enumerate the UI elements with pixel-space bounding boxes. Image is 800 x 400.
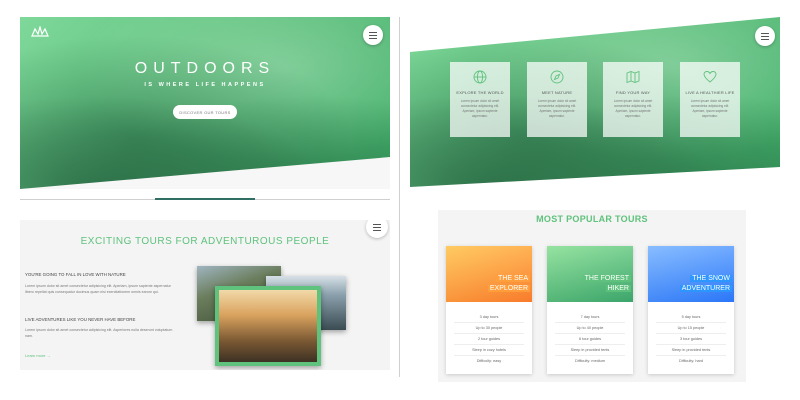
feature-text: Lorem ipsum dolor sit amet consectetur a…: [613, 99, 653, 118]
tour-details: 3 day tours Up to 30 people 2 tour guide…: [454, 312, 524, 367]
about-subheading-2: LIVE ADVENTURES LIKE YOU NEVER HAVE BEFO…: [25, 317, 136, 322]
feature-title: LIVE A HEALTHIER LIFE: [685, 90, 735, 95]
feature-text: Lorem ipsum dolor sit amet consectetur a…: [460, 99, 500, 118]
feature-title: EXPLORE THE WORLD: [456, 90, 504, 95]
feature-text: Lorem ipsum dolor sit amet consectetur a…: [537, 99, 577, 118]
globe-icon: [473, 70, 487, 84]
tour-card[interactable]: THE FOREST HIKER 7 day tours Up to 40 pe…: [547, 246, 633, 374]
feature-text: Lorem ipsum dolor sit amet consectetur a…: [690, 99, 730, 118]
scroll-indicator: [155, 198, 255, 200]
tour-detail: Difficulty: medium: [575, 359, 605, 363]
tour-card[interactable]: THE SEA EXPLORER 3 day tours Up to 30 pe…: [446, 246, 532, 374]
heart-icon: [703, 71, 717, 83]
tour-name-line-1: THE FOREST: [582, 275, 631, 282]
panel-separator: [399, 17, 400, 377]
about-section: EXCITING TOURS FOR ADVENTUROUS PEOPLE YO…: [20, 220, 390, 370]
tour-name: THE SNOW ADVENTURER: [679, 274, 732, 294]
tour-name-line-1: THE SEA: [496, 275, 530, 282]
feature-title: FIND YOUR WAY: [615, 90, 651, 95]
discover-tours-button[interactable]: DISCOVER OUR TOURS: [173, 105, 237, 119]
tour-detail: Up to 15 people: [656, 323, 726, 334]
tour-card[interactable]: THE SNOW ADVENTURER 5 day tours Up to 15…: [648, 246, 734, 374]
map-icon: [626, 70, 640, 84]
feature-card: LIVE A HEALTHIER LIFE Lorem ipsum dolor …: [680, 62, 740, 137]
menu-button[interactable]: [363, 25, 383, 45]
tour-photo-3[interactable]: [215, 286, 321, 366]
tour-detail: Difficulty: easy: [476, 359, 502, 363]
about-heading: EXCITING TOURS FOR ADVENTUROUS PEOPLE: [80, 236, 330, 247]
tour-detail: 2 tour guides: [454, 334, 524, 345]
learn-more-link[interactable]: Learn more →: [25, 353, 51, 358]
tour-detail: 7 day tours: [555, 312, 625, 323]
compass-icon: [550, 70, 564, 84]
tour-name-line-2: ADVENTURER: [679, 285, 732, 292]
about-subheading-1: YOU'RE GOING TO FALL IN LOVE WITH NATURE: [25, 272, 126, 277]
tour-detail: Up to 30 people: [454, 323, 524, 334]
tour-detail: Difficulty: hard: [679, 359, 703, 363]
tour-detail: Sleep in provided tents: [656, 345, 726, 356]
feature-card: MEET NATURE Lorem ipsum dolor sit amet c…: [527, 62, 587, 137]
tours-heading: MOST POPULAR TOURS: [536, 214, 648, 224]
tour-name-line-2: EXPLORER: [487, 285, 530, 292]
about-paragraph-1: Lorem ipsum dolor sit amet consectetur a…: [25, 284, 171, 294]
tour-detail: 3 day tours: [454, 312, 524, 323]
tour-name: THE SEA EXPLORER: [487, 274, 530, 294]
tour-detail: 3 tour guides: [656, 334, 726, 345]
feature-card: EXPLORE THE WORLD Lorem ipsum dolor sit …: [450, 62, 510, 137]
tour-name: THE FOREST HIKER: [582, 274, 631, 294]
tour-detail: Sleep in cozy hotels: [454, 345, 524, 356]
hero-title: OUTDOORS: [134, 60, 276, 77]
tours-section: MOST POPULAR TOURS THE SEA EXPLORER 3 da…: [438, 210, 746, 382]
features-section: EXPLORE THE WORLD Lorem ipsum dolor sit …: [410, 17, 780, 187]
hero-subtitle: IS WHERE LIFE HAPPENS: [144, 82, 266, 88]
feature-title: MEET NATURE: [541, 90, 573, 95]
about-paragraph-2: Lorem ipsum dolor sit amet consectetur a…: [25, 328, 173, 338]
tour-detail: Sleep in provided tents: [555, 345, 625, 356]
tour-details: 7 day tours Up to 40 people 6 tour guide…: [555, 312, 625, 367]
tour-name-line-1: THE SNOW: [690, 275, 732, 282]
hero-wedge: [20, 157, 390, 189]
tour-detail: Up to 40 people: [555, 323, 625, 334]
logo-icon: [31, 26, 49, 37]
hero-section: OUTDOORS IS WHERE LIFE HAPPENS DISCOVER …: [20, 17, 390, 189]
tour-details: 5 day tours Up to 15 people 3 tour guide…: [656, 312, 726, 367]
feature-card: FIND YOUR WAY Lorem ipsum dolor sit amet…: [603, 62, 663, 137]
tour-detail: 5 day tours: [656, 312, 726, 323]
tour-name-line-2: HIKER: [605, 285, 631, 292]
menu-button[interactable]: [755, 26, 775, 46]
tour-detail: 6 tour guides: [555, 334, 625, 345]
